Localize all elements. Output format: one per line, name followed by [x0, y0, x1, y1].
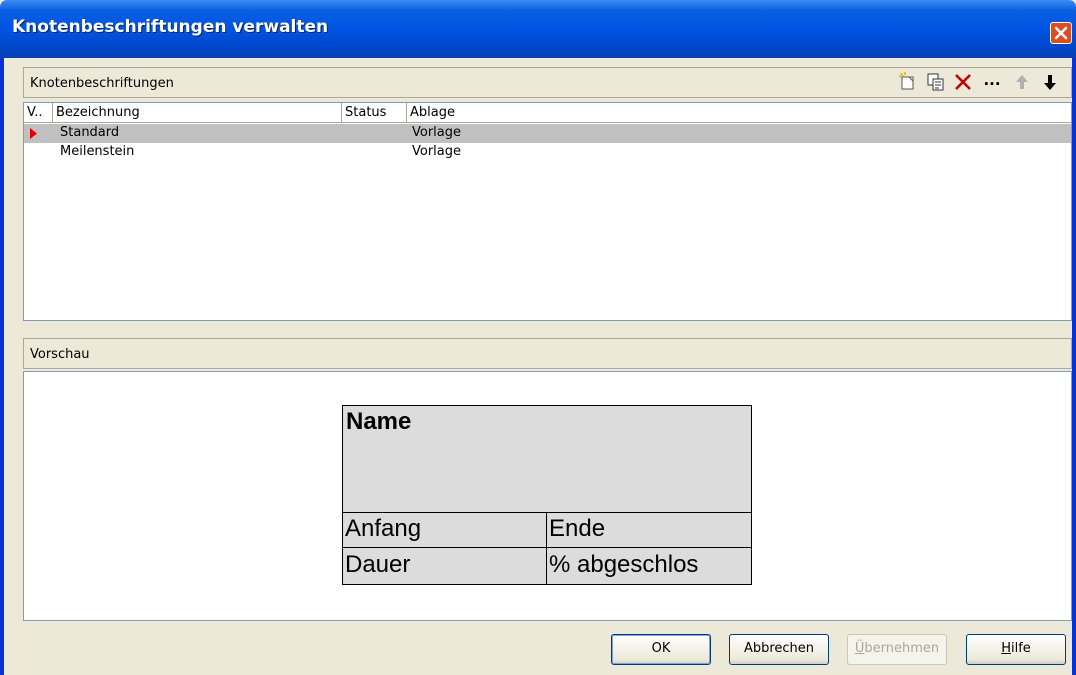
node-title: Name	[346, 408, 412, 435]
column-header-name[interactable]: Bezeichnung	[53, 103, 342, 123]
apply-label: bernehmen	[864, 641, 940, 656]
row-storage: Vorlage	[412, 125, 462, 140]
column-header-storage[interactable]: Ablage	[407, 103, 1071, 123]
preview-panel: Name Anfang Ende Dauer % abgeschlos	[23, 371, 1072, 621]
close-button[interactable]	[1050, 22, 1072, 44]
cancel-button[interactable]: Abbrechen	[729, 634, 829, 665]
new-icon	[898, 72, 914, 90]
column-header-v[interactable]: V..	[24, 103, 53, 123]
row-name: Standard	[60, 125, 120, 140]
node-column-divider	[546, 512, 547, 584]
current-row-arrow-icon	[30, 128, 37, 139]
more-button[interactable]: ...	[981, 71, 1003, 93]
dialog-client-area: Knotenbeschriftungen ... V.. Bezeichnung…	[4, 58, 1072, 675]
list-item[interactable]: Meilenstein Vorlage	[24, 143, 1071, 162]
node-divider	[343, 512, 751, 513]
row-name: Meilenstein	[60, 144, 135, 159]
more-icon: ...	[983, 71, 1001, 89]
preview-group-title: Vorschau	[30, 347, 90, 362]
new-button[interactable]	[897, 71, 919, 93]
copy-button[interactable]	[925, 71, 947, 93]
node-field: Dauer	[345, 551, 411, 578]
move-down-icon	[1044, 75, 1056, 90]
help-label: ilfe	[1010, 641, 1031, 656]
node-field: % abgeschlos	[549, 551, 699, 578]
delete-icon	[955, 74, 971, 90]
copy-icon	[927, 73, 944, 91]
help-mnemonic: H	[1001, 641, 1011, 656]
list-toolbar: ...	[897, 71, 1067, 95]
node-preview-box: Name Anfang Ende Dauer % abgeschlos	[342, 405, 752, 585]
apply-button[interactable]: Übernehmen	[847, 634, 947, 665]
node-field: Anfang	[345, 515, 422, 542]
list-item[interactable]: Standard Vorlage	[24, 124, 1071, 143]
move-up-icon	[1016, 75, 1028, 89]
delete-button[interactable]	[952, 71, 974, 93]
title-bar[interactable]: Knotenbeschriftungen verwalten	[0, 0, 1076, 58]
window-title: Knotenbeschriftungen verwalten	[12, 17, 329, 37]
list-group-header: Knotenbeschriftungen ...	[23, 67, 1072, 98]
help-button[interactable]: Hilfe	[966, 634, 1066, 665]
window-border-right	[1072, 58, 1076, 675]
column-header-status[interactable]: Status	[342, 103, 407, 123]
move-down-button[interactable]	[1039, 71, 1061, 93]
node-divider	[343, 547, 751, 548]
list-group-title: Knotenbeschriftungen	[30, 76, 174, 91]
row-storage: Vorlage	[412, 144, 462, 159]
apply-mnemonic: Ü	[854, 641, 865, 656]
move-up-button[interactable]	[1011, 71, 1033, 93]
close-icon	[1054, 26, 1068, 40]
ok-button[interactable]: OK	[611, 634, 711, 665]
preview-group-header: Vorschau	[23, 338, 1072, 369]
node-field: Ende	[549, 515, 606, 542]
labels-list[interactable]: V.. Bezeichnung Status Ablage Standard V…	[23, 102, 1072, 321]
